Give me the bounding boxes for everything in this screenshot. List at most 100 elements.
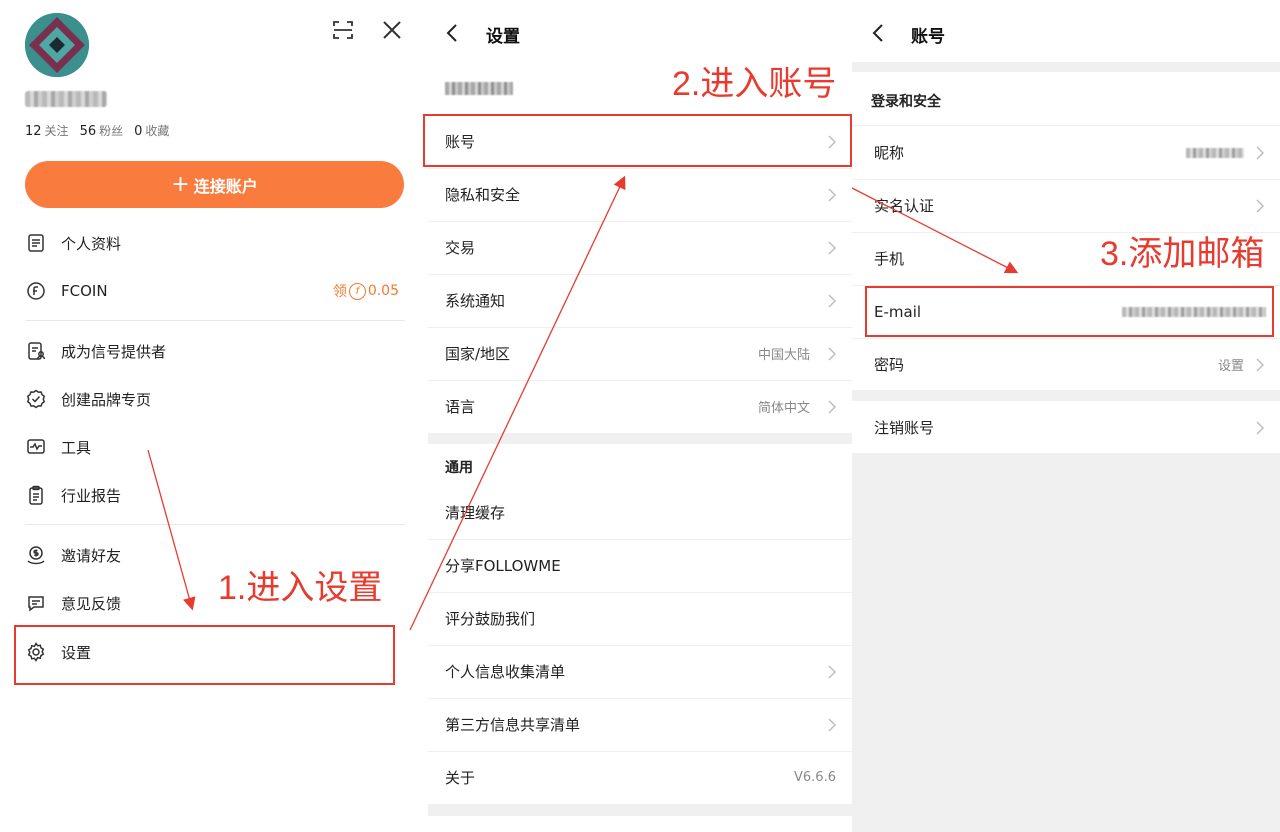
settings-row-info-collection[interactable]: 个人信息收集清单	[428, 645, 852, 698]
settings-row-trading[interactable]: 交易	[428, 221, 852, 274]
invite-icon	[25, 544, 47, 566]
reward-value: 0.05	[367, 283, 399, 299]
badge-check-icon	[25, 388, 47, 410]
followers-label[interactable]: 粉丝	[99, 124, 123, 138]
close-icon[interactable]	[380, 18, 404, 42]
highlight-box-email	[865, 286, 1274, 337]
drawer-panel: 12 关注 56 粉丝 0 收藏 + 连接账户 个人资料 FCOIN 领 f 0.05 成为信…	[0, 0, 428, 832]
row-label: 评分鼓励我们	[445, 610, 536, 628]
nickname-value-blurred	[1186, 148, 1244, 158]
section-gap	[852, 62, 1280, 72]
menu-item-profile[interactable]: 个人资料	[25, 228, 405, 258]
highlight-box-account	[423, 114, 852, 167]
back-arrow-icon[interactable]	[442, 22, 464, 44]
row-label: 清理缓存	[445, 504, 506, 522]
row-label: 注销账号	[874, 419, 935, 437]
document-icon	[25, 232, 47, 254]
page-title: 账号	[911, 27, 945, 47]
profile-stats: 12 关注 56 粉丝 0 收藏	[25, 122, 180, 139]
settings-row-language[interactable]: 语言 简体中文	[428, 380, 852, 433]
divider	[25, 524, 405, 525]
feedback-icon	[25, 592, 47, 614]
connect-account-label: 连接账户	[193, 176, 258, 196]
settings-row-share[interactable]: 分享FOLLOWME	[428, 539, 852, 592]
section-gap	[428, 433, 852, 444]
chevron-right-icon	[1256, 199, 1264, 212]
menu-item-label: 邀请好友	[61, 546, 122, 565]
row-label: 关于	[445, 769, 476, 787]
menu-item-signal-provider[interactable]: 成为信号提供者	[25, 336, 405, 366]
favorites-label[interactable]: 收藏	[145, 124, 169, 138]
row-label: 系统通知	[445, 292, 506, 310]
claim-label: 领	[332, 284, 347, 300]
menu-item-label: 工具	[61, 438, 92, 457]
settings-row-privacy[interactable]: 隐私和安全	[428, 168, 852, 221]
account-row-password[interactable]: 密码 设置	[852, 338, 1280, 391]
section-gap	[852, 390, 1280, 401]
settings-row-rate[interactable]: 评分鼓励我们	[428, 592, 852, 645]
section-title-general: 通用	[445, 460, 473, 476]
menu-item-tools[interactable]: 工具	[25, 432, 405, 462]
chevron-right-icon	[828, 718, 836, 731]
row-label: 第三方信息共享清单	[445, 716, 581, 734]
row-label: 隐私和安全	[445, 186, 521, 204]
empty-background	[852, 453, 1280, 832]
row-label: 分享FOLLOWME	[445, 557, 561, 575]
page-title: 设置	[486, 27, 520, 47]
settings-row-notifications[interactable]: 系统通知	[428, 274, 852, 327]
following-count[interactable]: 12	[25, 124, 42, 139]
annotation-step-2: 2.进入账号	[672, 65, 837, 103]
fcoin-reward[interactable]: 领 f 0.05	[333, 281, 399, 301]
coin-icon: f	[348, 282, 366, 300]
row-label: 手机	[874, 250, 905, 268]
settings-row-third-party[interactable]: 第三方信息共享清单	[428, 698, 852, 751]
app-version: V6.6.6	[794, 770, 836, 785]
chevron-right-icon	[1256, 358, 1264, 371]
avatar-pattern	[25, 13, 89, 77]
plus-icon: +	[171, 171, 190, 197]
menu-item-label: 行业报告	[61, 486, 122, 505]
section-title-login-security: 登录和安全	[871, 94, 941, 110]
chevron-right-icon	[828, 294, 836, 307]
menu-item-label: 意见反馈	[61, 594, 122, 613]
annotation-step-1: 1.进入设置	[218, 569, 383, 607]
chevron-right-icon	[828, 347, 836, 360]
menu-item-label: 个人资料	[61, 234, 122, 253]
row-label: 语言	[445, 398, 476, 416]
settings-row-about[interactable]: 关于 V6.6.6	[428, 751, 852, 804]
menu-item-brand-page[interactable]: 创建品牌专页	[25, 384, 405, 414]
following-label[interactable]: 关注	[45, 124, 69, 138]
chevron-right-icon	[828, 665, 836, 678]
settings-row-region[interactable]: 国家/地区 中国大陆	[428, 327, 852, 380]
menu-item-label: 成为信号提供者	[61, 342, 167, 361]
chevron-right-icon	[828, 400, 836, 413]
menu-item-fcoin[interactable]: FCOIN 领 f 0.05	[25, 276, 405, 306]
menu-item-industry-report[interactable]: 行业报告	[25, 480, 405, 510]
account-row-delete[interactable]: 注销账号	[852, 401, 1280, 454]
scan-icon[interactable]	[331, 18, 355, 42]
connect-account-button[interactable]: + 连接账户	[25, 161, 404, 208]
provider-icon	[25, 340, 47, 362]
account-row-real-name[interactable]: 实名认证	[852, 179, 1280, 232]
chevron-right-icon	[828, 241, 836, 254]
row-label: 个人信息收集清单	[445, 663, 566, 681]
back-arrow-icon[interactable]	[868, 22, 890, 44]
section-gap	[428, 804, 852, 816]
row-label: 实名认证	[874, 197, 935, 215]
settings-row-clear-cache[interactable]: 清理缓存	[428, 486, 852, 539]
chevron-right-icon	[1256, 421, 1264, 434]
username-blurred	[25, 91, 107, 107]
favorites-count[interactable]: 0	[134, 124, 142, 139]
fcoin-icon	[25, 280, 47, 302]
row-label: 国家/地区	[445, 345, 511, 363]
menu-item-label: FCOIN	[61, 282, 108, 300]
menu-item-label: 创建品牌专页	[61, 390, 152, 409]
row-value: 设置	[1217, 359, 1244, 374]
annotation-step-3: 3.添加邮箱	[1100, 235, 1265, 273]
account-panel: 账号 登录和安全 昵称 实名认证 手机 E-mail 密码 设置 注销账号	[852, 0, 1280, 832]
chart-tool-icon	[25, 436, 47, 458]
account-row-nickname[interactable]: 昵称	[852, 126, 1280, 179]
clipboard-icon	[25, 484, 47, 506]
avatar[interactable]	[25, 13, 89, 77]
followers-count[interactable]: 56	[80, 124, 97, 139]
